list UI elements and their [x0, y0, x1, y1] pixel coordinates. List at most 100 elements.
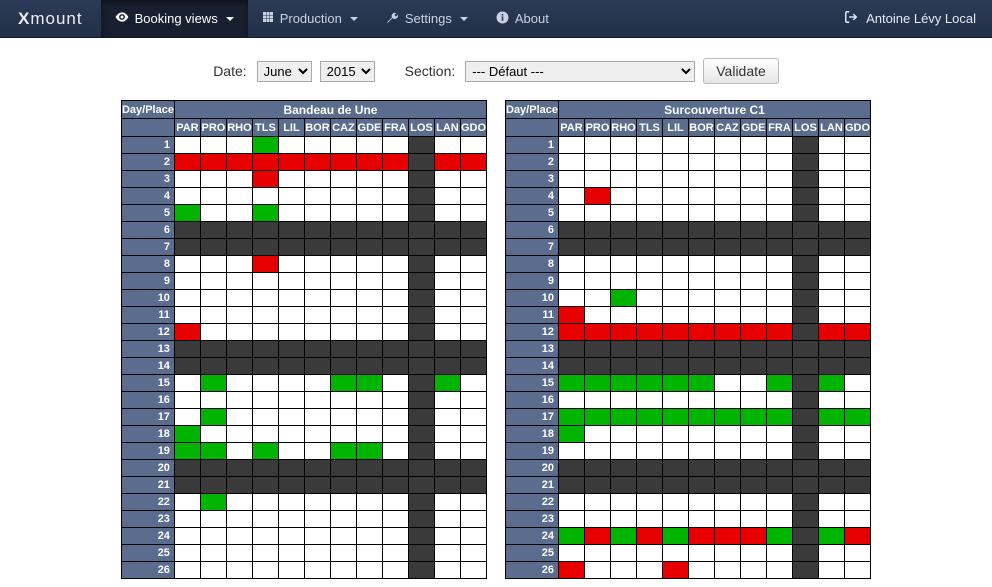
- cell[interactable]: [460, 562, 486, 579]
- cell[interactable]: [460, 460, 486, 477]
- cell[interactable]: [740, 239, 766, 256]
- cell[interactable]: [200, 154, 226, 171]
- cell[interactable]: [226, 341, 252, 358]
- cell[interactable]: [740, 205, 766, 222]
- cell[interactable]: [662, 188, 688, 205]
- cell[interactable]: [714, 426, 740, 443]
- cell[interactable]: [226, 239, 252, 256]
- cell[interactable]: [434, 188, 460, 205]
- cell[interactable]: [688, 528, 714, 545]
- cell[interactable]: [688, 426, 714, 443]
- cell[interactable]: [792, 443, 818, 460]
- cell[interactable]: [200, 426, 226, 443]
- cell[interactable]: [662, 341, 688, 358]
- cell[interactable]: [610, 511, 636, 528]
- cell[interactable]: [226, 443, 252, 460]
- cell[interactable]: [766, 460, 792, 477]
- cell[interactable]: [382, 154, 408, 171]
- cell[interactable]: [766, 528, 792, 545]
- cell[interactable]: [792, 494, 818, 511]
- cell[interactable]: [818, 392, 844, 409]
- cell[interactable]: [356, 375, 382, 392]
- cell[interactable]: [278, 409, 304, 426]
- cell[interactable]: [278, 460, 304, 477]
- cell[interactable]: [766, 171, 792, 188]
- cell[interactable]: [610, 171, 636, 188]
- cell[interactable]: [226, 154, 252, 171]
- cell[interactable]: [434, 494, 460, 511]
- cell[interactable]: [636, 239, 662, 256]
- cell[interactable]: [584, 562, 610, 579]
- cell[interactable]: [558, 358, 584, 375]
- cell[interactable]: [330, 409, 356, 426]
- cell[interactable]: [356, 171, 382, 188]
- cell[interactable]: [460, 205, 486, 222]
- cell[interactable]: [382, 477, 408, 494]
- cell[interactable]: [226, 426, 252, 443]
- cell[interactable]: [558, 562, 584, 579]
- cell[interactable]: [584, 290, 610, 307]
- cell[interactable]: [408, 341, 434, 358]
- cell[interactable]: [610, 392, 636, 409]
- cell[interactable]: [714, 324, 740, 341]
- cell[interactable]: [662, 171, 688, 188]
- cell[interactable]: [662, 222, 688, 239]
- cell[interactable]: [636, 307, 662, 324]
- cell[interactable]: [382, 205, 408, 222]
- cell[interactable]: [714, 392, 740, 409]
- cell[interactable]: [434, 137, 460, 154]
- cell[interactable]: [434, 358, 460, 375]
- cell[interactable]: [610, 426, 636, 443]
- cell[interactable]: [304, 307, 330, 324]
- cell[interactable]: [740, 154, 766, 171]
- cell[interactable]: [818, 239, 844, 256]
- cell[interactable]: [558, 307, 584, 324]
- cell[interactable]: [610, 307, 636, 324]
- cell[interactable]: [200, 273, 226, 290]
- cell[interactable]: [382, 460, 408, 477]
- cell[interactable]: [584, 171, 610, 188]
- cell[interactable]: [818, 307, 844, 324]
- cell[interactable]: [688, 562, 714, 579]
- cell[interactable]: [818, 528, 844, 545]
- cell[interactable]: [330, 494, 356, 511]
- cell[interactable]: [766, 341, 792, 358]
- cell[interactable]: [584, 443, 610, 460]
- cell[interactable]: [818, 426, 844, 443]
- cell[interactable]: [356, 528, 382, 545]
- cell[interactable]: [200, 528, 226, 545]
- cell[interactable]: [460, 477, 486, 494]
- cell[interactable]: [766, 324, 792, 341]
- cell[interactable]: [382, 443, 408, 460]
- cell[interactable]: [408, 188, 434, 205]
- cell[interactable]: [408, 477, 434, 494]
- cell[interactable]: [434, 324, 460, 341]
- cell[interactable]: [330, 222, 356, 239]
- year-select[interactable]: 2015: [320, 61, 375, 82]
- cell[interactable]: [174, 324, 200, 341]
- cell[interactable]: [714, 409, 740, 426]
- cell[interactable]: [174, 307, 200, 324]
- cell[interactable]: [662, 511, 688, 528]
- cell[interactable]: [662, 137, 688, 154]
- cell[interactable]: [818, 222, 844, 239]
- cell[interactable]: [740, 443, 766, 460]
- cell[interactable]: [844, 137, 870, 154]
- cell[interactable]: [330, 443, 356, 460]
- cell[interactable]: [408, 154, 434, 171]
- cell[interactable]: [610, 341, 636, 358]
- cell[interactable]: [356, 545, 382, 562]
- cell[interactable]: [558, 154, 584, 171]
- cell[interactable]: [226, 171, 252, 188]
- cell[interactable]: [558, 222, 584, 239]
- cell[interactable]: [226, 324, 252, 341]
- cell[interactable]: [584, 324, 610, 341]
- cell[interactable]: [460, 511, 486, 528]
- cell[interactable]: [558, 205, 584, 222]
- cell[interactable]: [304, 562, 330, 579]
- cell[interactable]: [382, 341, 408, 358]
- cell[interactable]: [460, 358, 486, 375]
- cell[interactable]: [792, 426, 818, 443]
- cell[interactable]: [174, 273, 200, 290]
- cell[interactable]: [818, 443, 844, 460]
